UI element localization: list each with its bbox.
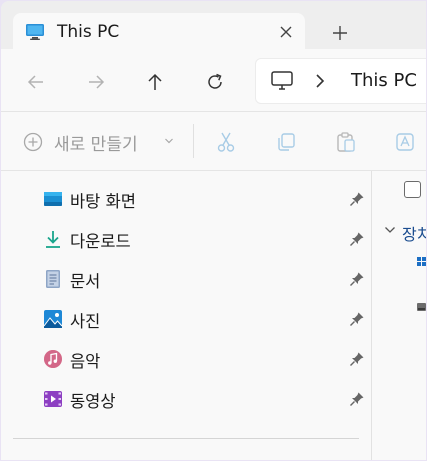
pin-icon[interactable] xyxy=(349,311,365,327)
explorer-window: This PC This PC 새로 만들기 바탕 화면 다운로드 문서 사진 … xyxy=(1,1,426,460)
sidebar-item-documents[interactable]: 문서 xyxy=(1,260,371,298)
drive-icon xyxy=(417,257,426,266)
document-icon xyxy=(46,270,60,288)
chevron-down-icon xyxy=(165,138,173,144)
group-header[interactable]: 장치 xyxy=(402,221,426,245)
refresh-button[interactable] xyxy=(204,71,226,93)
pin-icon[interactable] xyxy=(349,271,365,287)
computer-icon xyxy=(271,71,293,90)
pin-icon[interactable] xyxy=(349,191,365,207)
drive-icon xyxy=(417,303,426,311)
sidebar-item-pictures[interactable]: 사진 xyxy=(1,300,371,338)
download-icon xyxy=(46,231,60,248)
sidebar-item-downloads[interactable]: 다운로드 xyxy=(1,220,371,258)
select-all-checkbox[interactable] xyxy=(404,181,421,198)
address-bar[interactable]: This PC xyxy=(255,58,426,104)
copy-icon[interactable] xyxy=(275,131,297,153)
breadcrumb[interactable]: This PC xyxy=(351,70,417,91)
new-tab-button[interactable] xyxy=(329,22,351,44)
command-bar: 새로 만들기 xyxy=(1,112,426,170)
sidebar-item-label: 사진 xyxy=(70,312,101,331)
new-button-label: 새로 만들기 xyxy=(54,135,138,155)
desktop-icon xyxy=(44,192,62,206)
sidebar-item-label: 바탕 화면 xyxy=(70,192,136,211)
navigation-pane: 바탕 화면 다운로드 문서 사진 음악 동영상 xyxy=(1,171,371,460)
sidebar-item-videos[interactable]: 동영상 xyxy=(1,380,371,418)
pin-icon[interactable] xyxy=(349,231,365,247)
cut-icon[interactable] xyxy=(215,131,237,153)
chevron-down-icon[interactable] xyxy=(384,225,396,235)
close-icon[interactable] xyxy=(277,23,295,41)
sidebar-item-label: 문서 xyxy=(70,272,101,291)
paste-icon[interactable] xyxy=(335,131,357,153)
content-pane: 장치 xyxy=(372,171,426,460)
sidebar-item-desktop[interactable]: 바탕 화면 xyxy=(1,180,371,218)
sidebar-item-label: 동영상 xyxy=(70,392,116,411)
music-icon xyxy=(44,350,62,368)
pin-icon[interactable] xyxy=(349,351,365,367)
pin-icon[interactable] xyxy=(349,391,365,407)
back-button[interactable] xyxy=(25,71,47,93)
sidebar-item-label: 다운로드 xyxy=(70,232,131,251)
nav-pane-separator xyxy=(13,438,359,439)
chevron-right-icon[interactable] xyxy=(314,73,326,89)
navigation-bar: This PC xyxy=(1,49,426,111)
rename-icon[interactable] xyxy=(395,131,417,153)
sidebar-item-music[interactable]: 음악 xyxy=(1,340,371,378)
tab-strip: This PC xyxy=(1,1,426,51)
up-button[interactable] xyxy=(144,71,166,93)
sidebar-item-label: 음악 xyxy=(70,352,101,371)
tab-this-pc[interactable]: This PC xyxy=(13,13,305,51)
plus-circle-icon xyxy=(23,132,43,152)
tab-title: This PC xyxy=(57,22,120,42)
toolbar-separator xyxy=(193,124,194,158)
videos-icon xyxy=(44,391,62,407)
pictures-icon xyxy=(43,310,63,328)
this-pc-icon xyxy=(26,24,44,40)
forward-button[interactable] xyxy=(85,71,107,93)
